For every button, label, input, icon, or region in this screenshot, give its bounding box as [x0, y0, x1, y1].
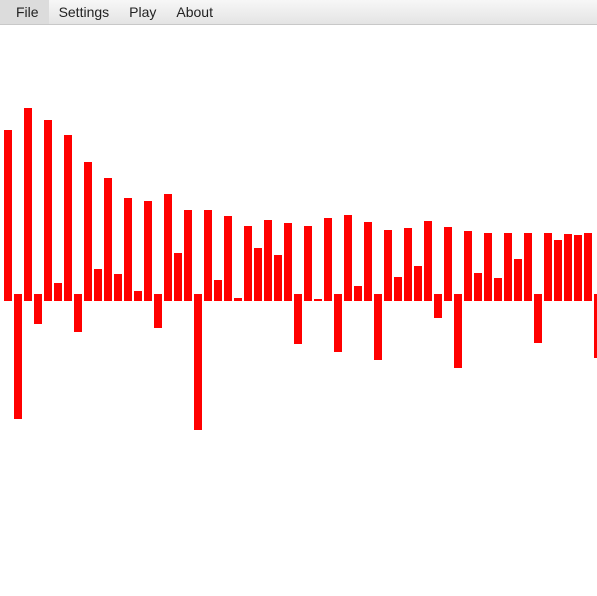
bar-10 — [104, 178, 112, 301]
bar-50 — [504, 233, 512, 301]
bar-8 — [84, 162, 92, 301]
bar-29 — [294, 294, 302, 344]
bar-36 — [364, 222, 372, 301]
bar-2 — [24, 108, 32, 301]
bar-25 — [254, 248, 262, 301]
bar-33 — [334, 294, 342, 352]
bar-31 — [314, 299, 322, 301]
bar-0 — [4, 130, 12, 301]
bar-16 — [164, 194, 172, 301]
bar-45 — [454, 294, 462, 368]
bar-58 — [584, 233, 592, 301]
bar-17 — [174, 253, 182, 301]
bar-49 — [494, 278, 502, 301]
bar-57 — [574, 235, 582, 301]
bar-6 — [64, 135, 72, 301]
bar-visualization — [4, 108, 597, 430]
bar-48 — [484, 233, 492, 301]
bar-56 — [564, 234, 572, 301]
bar-23 — [234, 298, 242, 301]
bar-46 — [464, 231, 472, 301]
bar-9 — [94, 269, 102, 301]
bar-34 — [344, 215, 352, 301]
menu-play[interactable]: Play — [119, 0, 166, 24]
bar-1 — [14, 294, 22, 419]
bar-28 — [284, 223, 292, 301]
bar-14 — [144, 201, 152, 301]
bar-27 — [274, 255, 282, 301]
bar-43 — [434, 294, 442, 318]
bar-26 — [264, 220, 272, 301]
menu-settings[interactable]: Settings — [49, 0, 120, 24]
bar-32 — [324, 218, 332, 301]
bar-39 — [394, 277, 402, 301]
bar-5 — [54, 283, 62, 301]
bar-4 — [44, 120, 52, 301]
bar-35 — [354, 286, 362, 301]
bar-18 — [184, 210, 192, 301]
bar-21 — [214, 280, 222, 301]
bar-42 — [424, 221, 432, 301]
bar-15 — [154, 294, 162, 328]
bar-12 — [124, 198, 132, 301]
bar-40 — [404, 228, 412, 301]
bar-20 — [204, 210, 212, 301]
bar-41 — [414, 266, 422, 301]
bar-47 — [474, 273, 482, 301]
bar-38 — [384, 230, 392, 301]
bar-7 — [74, 294, 82, 332]
bar-30 — [304, 226, 312, 301]
menu-about[interactable]: About — [166, 0, 223, 24]
bar-55 — [554, 240, 562, 301]
bar-13 — [134, 291, 142, 301]
bar-19 — [194, 294, 202, 430]
bar-24 — [244, 226, 252, 301]
bar-3 — [34, 294, 42, 324]
menu-bar: File Settings Play About — [0, 0, 597, 25]
bar-53 — [534, 294, 542, 343]
bar-44 — [444, 227, 452, 301]
menu-file[interactable]: File — [0, 0, 49, 24]
bar-37 — [374, 294, 382, 360]
visualization-canvas — [0, 25, 597, 596]
bar-52 — [524, 233, 532, 301]
bar-22 — [224, 216, 232, 301]
bar-54 — [544, 233, 552, 301]
bar-11 — [114, 274, 122, 301]
bar-51 — [514, 259, 522, 301]
